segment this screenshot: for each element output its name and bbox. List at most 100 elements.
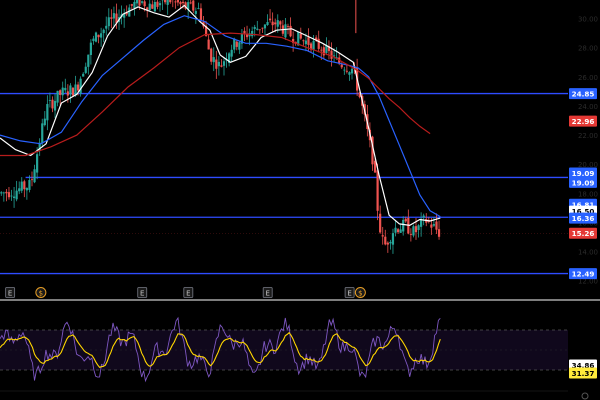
candle-body[interactable]: [437, 229, 441, 237]
candle-body[interactable]: [286, 26, 290, 27]
candle-body[interactable]: [51, 99, 54, 109]
candle-body[interactable]: [391, 233, 395, 245]
candle-body[interactable]: [0, 192, 3, 194]
candle-body[interactable]: [92, 38, 95, 42]
candle-body[interactable]: [235, 41, 238, 47]
candle-body[interactable]: [414, 226, 418, 233]
candle-body[interactable]: [18, 188, 21, 192]
candle-body[interactable]: [82, 73, 85, 77]
candle-body[interactable]: [376, 170, 379, 211]
candle-body[interactable]: [412, 226, 415, 236]
candle-body[interactable]: [10, 195, 13, 197]
candle-body[interactable]: [274, 22, 277, 25]
candle-body[interactable]: [100, 33, 103, 38]
candle-body[interactable]: [299, 33, 302, 39]
candle-body[interactable]: [25, 188, 28, 191]
candle-body[interactable]: [284, 24, 287, 38]
candle-body[interactable]: [74, 84, 77, 96]
candle-body[interactable]: [266, 21, 269, 25]
candle-body[interactable]: [402, 219, 405, 232]
candle-body[interactable]: [207, 39, 210, 50]
candle-body[interactable]: [138, 0, 141, 6]
candle-body[interactable]: [233, 38, 236, 50]
candle-body[interactable]: [30, 179, 34, 181]
candle-body[interactable]: [143, 1, 146, 7]
candle-body[interactable]: [348, 72, 351, 75]
candle-body[interactable]: [5, 191, 8, 194]
candle-body[interactable]: [97, 34, 100, 38]
candle-body[interactable]: [84, 66, 87, 73]
candle-body[interactable]: [148, 3, 151, 11]
candle-body[interactable]: [71, 87, 75, 96]
candle-body[interactable]: [153, 1, 156, 12]
candle-body[interactable]: [243, 30, 246, 34]
candle-body[interactable]: [230, 49, 233, 57]
candle-body[interactable]: [194, 11, 197, 14]
trading-chart[interactable]: 30.0028.0026.0024.0022.0020.0018.0016.00…: [0, 0, 600, 400]
candle-body[interactable]: [66, 91, 69, 96]
candle-body[interactable]: [176, 0, 180, 3]
candle-body[interactable]: [36, 154, 39, 173]
candle-body[interactable]: [238, 42, 241, 50]
candle-body[interactable]: [79, 78, 82, 94]
candle-body[interactable]: [399, 229, 402, 233]
candle-body[interactable]: [43, 118, 46, 126]
candle-body[interactable]: [312, 40, 315, 50]
candle-body[interactable]: [289, 25, 292, 37]
candle-body[interactable]: [307, 37, 310, 45]
candle-body[interactable]: [258, 29, 261, 31]
candle-body[interactable]: [130, 4, 133, 6]
candle-body[interactable]: [302, 40, 305, 42]
candle-body[interactable]: [151, 4, 154, 9]
candle-body[interactable]: [48, 100, 52, 101]
candle-body[interactable]: [166, 0, 169, 5]
candle-body[interactable]: [220, 65, 223, 67]
candle-body[interactable]: [263, 24, 267, 29]
candle-body[interactable]: [89, 42, 92, 55]
candle-body[interactable]: [271, 21, 274, 26]
candle-body[interactable]: [189, 2, 192, 4]
candle-body[interactable]: [135, 0, 139, 4]
candle-body[interactable]: [140, 1, 144, 3]
candle-body[interactable]: [417, 225, 420, 230]
candle-body[interactable]: [53, 100, 57, 111]
candle-body[interactable]: [256, 28, 259, 30]
candle-body[interactable]: [179, 2, 182, 5]
candle-body[interactable]: [343, 69, 346, 71]
candle-body[interactable]: [15, 190, 18, 200]
candle-body[interactable]: [350, 68, 354, 74]
candle-body[interactable]: [56, 90, 59, 103]
candle-body[interactable]: [59, 90, 62, 95]
candle-body[interactable]: [76, 84, 80, 91]
candle-body[interactable]: [430, 224, 433, 228]
candle-body[interactable]: [317, 38, 320, 49]
candle-body[interactable]: [192, 0, 195, 11]
candle-body[interactable]: [404, 218, 407, 222]
candle-body[interactable]: [212, 57, 215, 63]
candle-body[interactable]: [110, 17, 113, 19]
candle-body[interactable]: [61, 87, 64, 96]
candle-body[interactable]: [394, 227, 397, 233]
candle-body[interactable]: [330, 50, 333, 59]
candle-body[interactable]: [396, 229, 400, 233]
candle-body[interactable]: [23, 181, 26, 190]
candle-body[interactable]: [345, 70, 348, 72]
candle-body[interactable]: [20, 181, 23, 191]
candle-body[interactable]: [41, 123, 44, 144]
candle-body[interactable]: [46, 104, 49, 121]
candle-body[interactable]: [64, 87, 67, 91]
candle-body[interactable]: [112, 13, 116, 19]
candle-body[interactable]: [69, 85, 72, 95]
candle-body[interactable]: [2, 192, 5, 194]
candle-body[interactable]: [276, 20, 279, 27]
candle-body[interactable]: [164, 0, 167, 3]
candle-body[interactable]: [279, 21, 282, 25]
candle-body[interactable]: [261, 27, 264, 29]
candle-body[interactable]: [422, 215, 425, 218]
candle-body[interactable]: [169, 0, 172, 3]
candle-body[interactable]: [105, 25, 108, 29]
candle-body[interactable]: [384, 236, 387, 245]
candle-body[interactable]: [253, 26, 256, 29]
candle-body[interactable]: [251, 30, 254, 37]
candle-body[interactable]: [156, 1, 159, 7]
